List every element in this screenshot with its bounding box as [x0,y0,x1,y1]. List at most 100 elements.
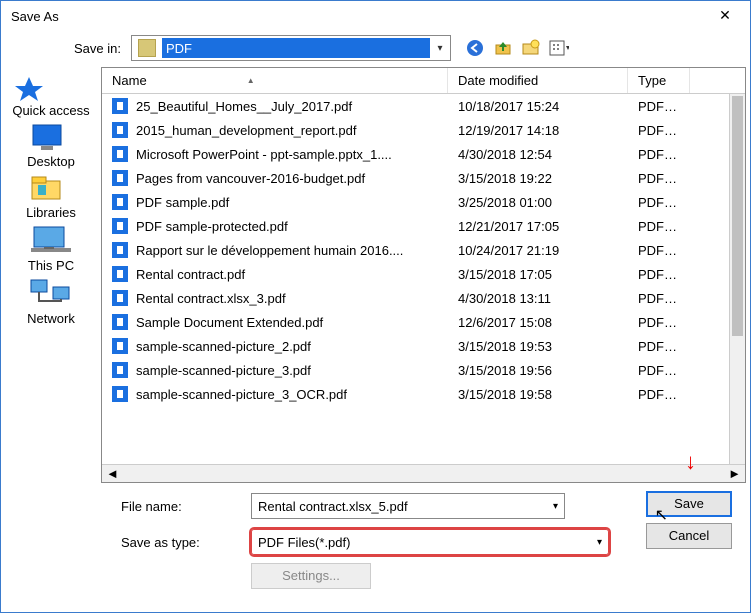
file-type: PDF Fil [628,219,690,234]
file-name: Sample Document Extended.pdf [136,315,323,330]
up-folder-icon[interactable] [493,38,513,58]
file-modified: 12/6/2017 15:08 [448,315,628,330]
file-type: PDF Fil [628,267,690,282]
col-type[interactable]: Type [628,68,690,93]
col-name[interactable]: Name▲ [102,68,448,93]
table-row[interactable]: sample-scanned-picture_3.pdf 3/15/2018 19… [102,358,745,382]
file-name: sample-scanned-picture_2.pdf [136,339,311,354]
table-row[interactable]: Microsoft PowerPoint - ppt-sample.pptx_1… [102,142,745,166]
table-row[interactable]: 25_Beautiful_Homes__July_2017.pdf 10/18/2… [102,94,745,118]
file-type: PDF Fil [628,243,690,258]
file-modified: 3/15/2018 19:58 [448,387,628,402]
cursor-icon: ↖ [655,505,668,525]
scroll-right-icon[interactable]: ► [728,466,741,481]
table-row[interactable]: PDF sample-protected.pdf 12/21/2017 17:05… [102,214,745,238]
file-list: Name▲ Date modified Type 25_Beautiful_Ho… [101,67,746,483]
pdf-file-icon [112,194,128,210]
pdf-file-icon [112,314,128,330]
scroll-left-icon[interactable]: ◄ [106,466,119,481]
file-modified: 3/15/2018 19:22 [448,171,628,186]
file-name: Rental contract.pdf [136,267,245,282]
file-modified: 10/18/2017 15:24 [448,99,628,114]
table-row[interactable]: 2015_human_development_report.pdf 12/19/2… [102,118,745,142]
pdf-file-icon [112,122,128,138]
pdf-file-icon [112,386,128,402]
file-name: Rapport sur le développement humain 2016… [136,243,403,258]
file-modified: 3/15/2018 19:56 [448,363,628,378]
file-name: Rental contract.xlsx_3.pdf [136,291,286,306]
file-type: PDF Fil [628,315,690,330]
file-name: sample-scanned-picture_3.pdf [136,363,311,378]
file-type: PDF Fil [628,195,690,210]
pdf-file-icon [112,290,128,306]
sort-asc-icon: ▲ [247,76,255,85]
table-row[interactable]: sample-scanned-picture_3_OCR.pdf 3/15/201… [102,382,745,406]
file-modified: 12/21/2017 17:05 [448,219,628,234]
pdf-file-icon [112,362,128,378]
cancel-button[interactable]: Cancel [646,523,732,549]
file-modified: 4/30/2018 12:54 [448,147,628,162]
vertical-scrollbar[interactable] [729,94,745,464]
file-type: PDF Fil [628,387,690,402]
file-rows: 25_Beautiful_Homes__July_2017.pdf 10/18/2… [102,94,745,464]
chevron-down-icon[interactable]: ▾ [597,537,602,548]
network-place[interactable]: Network [27,277,75,326]
save-as-dialog: Save As ✕ Save in: PDF ▾ [0,0,751,613]
file-type: PDF Fil [628,171,690,186]
save-in-combo[interactable]: PDF ▾ [131,35,451,61]
file-type: PDF Fil [628,147,690,162]
table-row[interactable]: Rental contract.pdf 3/15/2018 17:05PDF Fi… [102,262,745,286]
pdf-file-icon [112,338,128,354]
folder-icon [138,39,156,57]
save-in-row: Save in: PDF ▾ [1,31,750,67]
file-name: 2015_human_development_report.pdf [136,123,356,138]
file-modified: 3/25/2018 01:00 [448,195,628,210]
file-name-value: Rental contract.xlsx_5.pdf [258,499,408,514]
file-name: Microsoft PowerPoint - ppt-sample.pptx_1… [136,147,392,162]
back-icon[interactable] [465,38,485,58]
pdf-file-icon [112,98,128,114]
close-button[interactable]: ✕ [710,4,740,28]
this-pc-place[interactable]: This PC [28,224,74,273]
annotation-arrow-icon: ↓ [685,449,696,475]
table-row[interactable]: sample-scanned-picture_2.pdf 3/15/2018 19… [102,334,745,358]
file-type: PDF Fil [628,363,690,378]
table-row[interactable]: Pages from vancouver-2016-budget.pdf3/15… [102,166,745,190]
view-menu-icon[interactable] [549,38,569,58]
file-type: PDF Fil [628,339,690,354]
save-type-label: Save as type: [121,535,251,550]
table-row[interactable]: Sample Document Extended.pdf 12/6/2017 15… [102,310,745,334]
file-modified: 3/15/2018 19:53 [448,339,628,354]
file-name: PDF sample.pdf [136,195,229,210]
table-row[interactable]: Rental contract.xlsx_3.pdf4/30/2018 13:1… [102,286,745,310]
pdf-file-icon [112,170,128,186]
save-in-label: Save in: [1,41,131,56]
chevron-down-icon[interactable]: ▾ [553,501,558,512]
chevron-down-icon[interactable]: ▾ [430,43,450,54]
file-name: sample-scanned-picture_3_OCR.pdf [136,387,347,402]
new-folder-icon[interactable] [521,38,541,58]
file-name-input[interactable]: Rental contract.xlsx_5.pdf ▾ [251,493,565,519]
save-in-value: PDF [162,38,430,58]
file-modified: 10/24/2017 21:19 [448,243,628,258]
table-row[interactable]: PDF sample.pdf 3/25/2018 01:00PDF Fil [102,190,745,214]
col-modified[interactable]: Date modified [448,68,628,93]
nav-toolbar [465,38,569,58]
desktop-place[interactable]: Desktop [27,122,75,169]
file-type: PDF Fil [628,291,690,306]
horizontal-scrollbar[interactable]: ◄ ► [102,464,745,482]
scrollbar-thumb[interactable] [732,96,743,336]
libraries-place[interactable]: Libraries [26,173,76,220]
file-modified: 12/19/2017 14:18 [448,123,628,138]
quick-access-place[interactable]: Quick access [12,75,89,118]
save-type-combo[interactable]: PDF Files(*.pdf) ▾ [251,529,609,555]
file-type: PDF Fil [628,99,690,114]
titlebar: Save As ✕ [1,1,750,31]
settings-button[interactable]: Settings... [251,563,371,589]
file-modified: 3/15/2018 17:05 [448,267,628,282]
places-sidebar: Quick access Desktop Libraries This PC N… [1,67,101,483]
table-row[interactable]: Rapport sur le développement humain 2016… [102,238,745,262]
file-name: 25_Beautiful_Homes__July_2017.pdf [136,99,352,114]
file-name: PDF sample-protected.pdf [136,219,288,234]
column-headers: Name▲ Date modified Type [102,68,745,94]
